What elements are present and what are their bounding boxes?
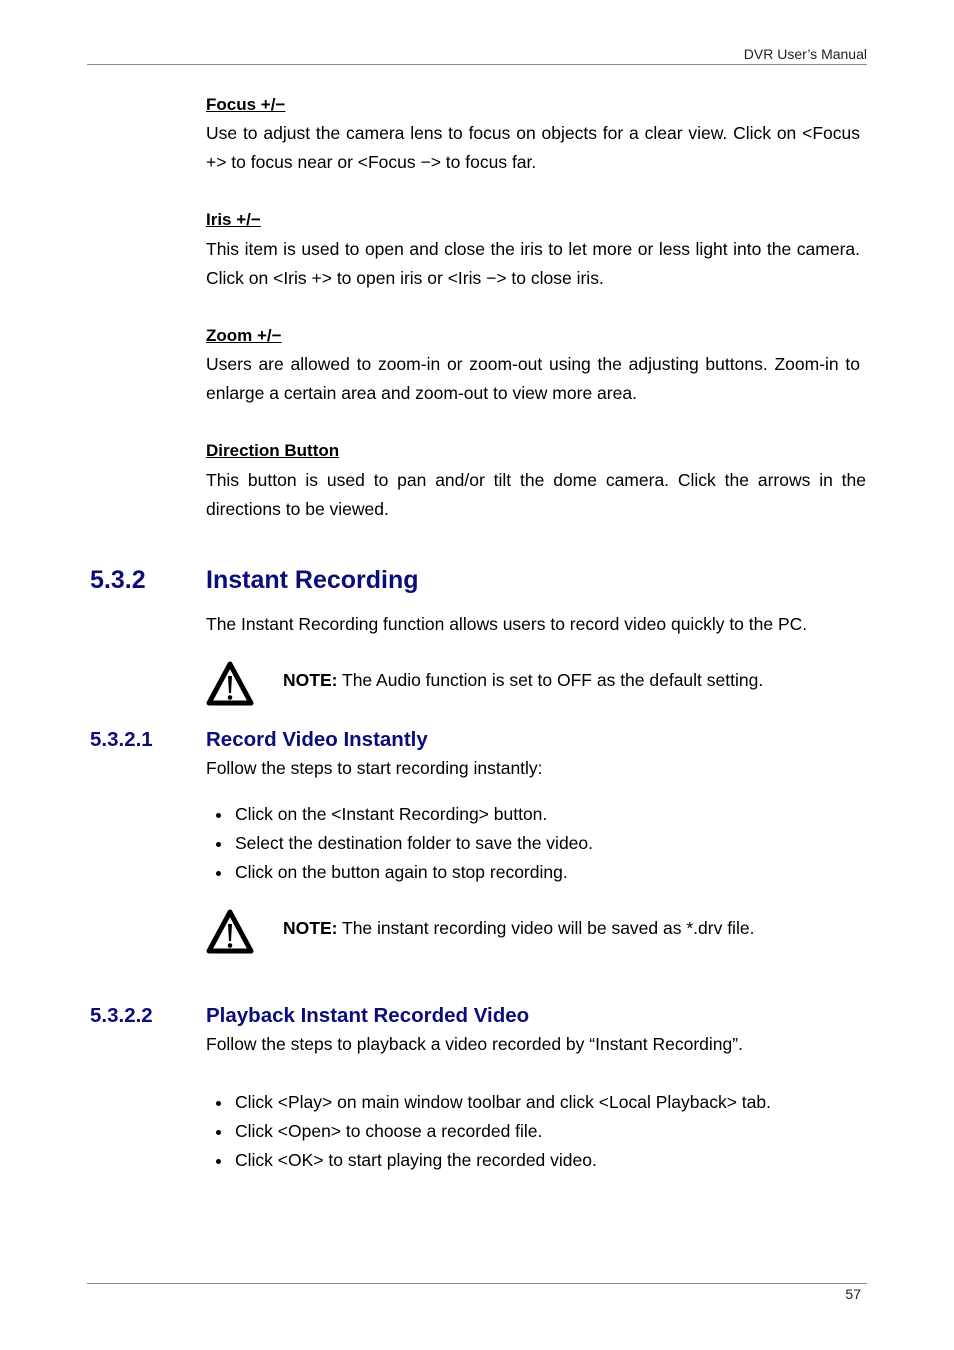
- section-title: Instant Recording: [206, 566, 419, 594]
- subsection-number-1: 5.3.2.1: [90, 728, 153, 751]
- subsection-title-zoom: Zoom +/−: [206, 326, 282, 345]
- subsection-title-direction: Direction Button: [206, 441, 340, 460]
- subsection-number-2: 5.3.2.2: [90, 1004, 153, 1027]
- subsection-text-iris: This item is used to open and close the …: [206, 239, 860, 288]
- note-drv: NOTE: The instant recording video will b…: [206, 908, 866, 958]
- note-text: NOTE: The instant recording video will b…: [283, 918, 754, 939]
- note-label: NOTE:: [283, 918, 338, 938]
- header-divider: [87, 64, 867, 65]
- subsection-title-1: Record Video Instantly: [206, 728, 428, 751]
- note-body: The instant recording video will be save…: [337, 918, 755, 938]
- list-item: Click on the <Instant Recording> button.: [216, 800, 593, 829]
- list-item: Select the destination folder to save th…: [216, 829, 593, 858]
- footer-divider: [87, 1283, 867, 1284]
- note-text: NOTE: The Audio function is set to OFF a…: [283, 670, 763, 691]
- subsection-title-iris: Iris +/−: [206, 210, 261, 229]
- warning-triangle-icon: [206, 909, 254, 954]
- note-audio: NOTE: The Audio function is set to OFF a…: [206, 660, 866, 710]
- running-header: DVR User’s Manual: [743, 46, 867, 62]
- list-item: Click <Play> on main window toolbar and …: [216, 1088, 771, 1117]
- section-intro: The Instant Recording function allows us…: [206, 614, 808, 634]
- subsection-intro-2: Follow the steps to playback a video rec…: [206, 1034, 743, 1054]
- section-number: 5.3.2: [90, 566, 146, 594]
- note-label: NOTE:: [283, 670, 338, 690]
- note-body: The Audio function is set to OFF as the …: [337, 670, 764, 690]
- list-item: Click <OK> to start playing the recorded…: [216, 1146, 771, 1175]
- warning-triangle-icon: [206, 661, 254, 706]
- page-number: 57: [845, 1286, 861, 1302]
- subsection-title-2: Playback Instant Recorded Video: [206, 1004, 530, 1027]
- subsection-intro-1: Follow the steps to start recording inst…: [206, 758, 543, 778]
- list-item: Click on the button again to stop record…: [216, 858, 593, 887]
- subsection-text-focus: Use to adjust the camera lens to focus o…: [206, 123, 860, 172]
- subsection-title-focus: Focus +/−: [206, 95, 286, 114]
- subsection-text-zoom: Users are allowed to zoom-in or zoom-out…: [206, 354, 860, 403]
- list-item: Click <Open> to choose a recorded file.: [216, 1117, 771, 1146]
- subsection-text-direction: This button is used to pan and/or tilt t…: [206, 470, 866, 519]
- steps-list-playback: Click <Play> on main window toolbar and …: [216, 1088, 771, 1175]
- steps-list-record: Click on the <Instant Recording> button.…: [216, 800, 593, 887]
